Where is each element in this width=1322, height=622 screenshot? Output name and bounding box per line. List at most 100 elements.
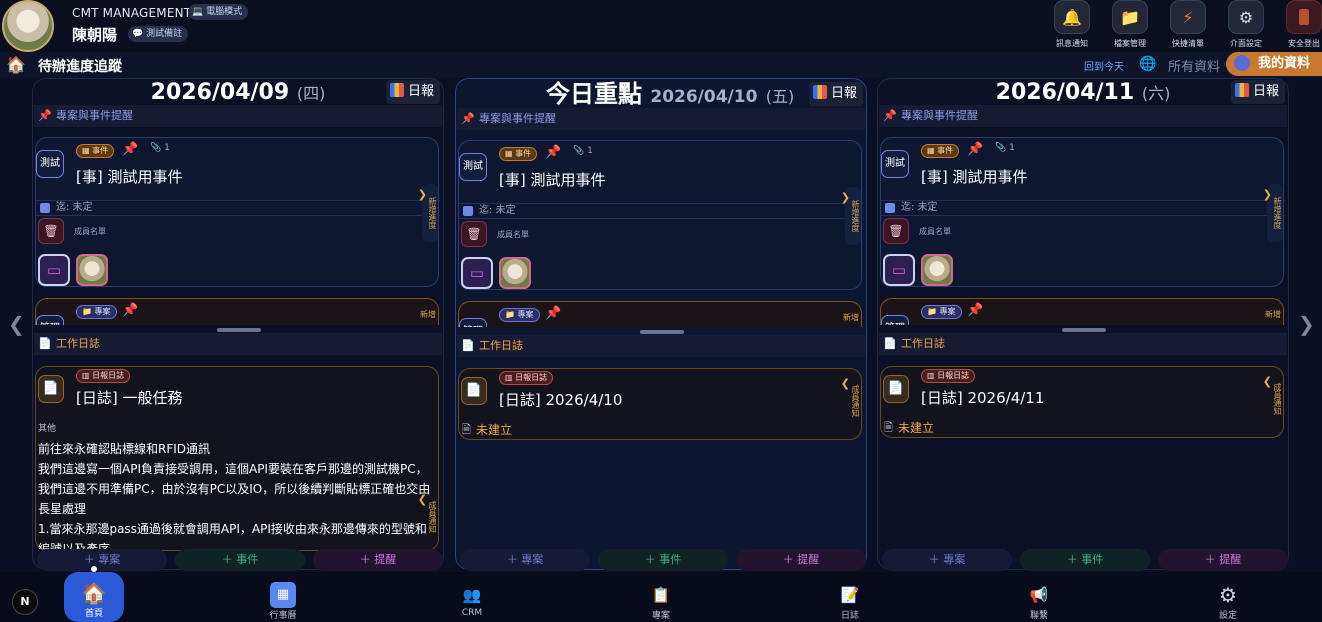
- pin-icon: 📌: [38, 109, 52, 122]
- daily-report-button[interactable]: 日報: [808, 82, 863, 106]
- log-card[interactable]: 📄 ▥ 日報日誌 [日誌] 一般任務 其他 前往來永確認貼標線和RFID通訊 我…: [35, 366, 439, 551]
- trash-icon[interactable]: 🗑: [38, 218, 64, 244]
- add-progress-tab[interactable]: 新增進度 ❯: [841, 187, 861, 245]
- event-card[interactable]: 測試 ▦ 事件 📌 📎 1 [事] 測試用事件 迄: 未定 🗑 成員名單 ▭ 新…: [880, 137, 1285, 287]
- globe-icon[interactable]: 🌐: [1139, 56, 1156, 72]
- add-progress-tab[interactable]: 新增進度 ❯: [418, 184, 438, 242]
- home-icon[interactable]: 🏠: [6, 55, 26, 74]
- resize-handle[interactable]: [640, 330, 684, 334]
- chevron-right-icon: ❯: [417, 188, 427, 201]
- event-tag: 測試: [459, 153, 487, 181]
- ui-settings-button[interactable]: ⚙: [1228, 0, 1264, 34]
- pin-icon[interactable]: 📌: [545, 306, 561, 321]
- events-section-title: 專案與事件提醒: [901, 109, 978, 122]
- people-icon: 👥: [462, 586, 482, 604]
- attachment-count[interactable]: 📎 1: [995, 143, 1015, 153]
- member-notify-label: 成員通知: [851, 385, 860, 417]
- project-card-peek[interactable]: 📁 專案 📌 管理 新增: [35, 298, 439, 325]
- file-manager-button[interactable]: 📁: [1112, 0, 1148, 34]
- nav-projects[interactable]: 📋 專案: [631, 574, 691, 621]
- add-reminder-button[interactable]: ＋ 提醒: [1158, 549, 1288, 571]
- daily-report-button[interactable]: 日報: [385, 80, 440, 104]
- nav-journal[interactable]: 📝 日誌: [820, 574, 880, 621]
- all-data-toggle[interactable]: 所有資料: [1168, 56, 1220, 75]
- project-side-tab[interactable]: 新增: [420, 309, 436, 320]
- pin-icon[interactable]: 📌: [967, 142, 983, 157]
- calendar-icon: [463, 206, 473, 216]
- event-card[interactable]: 測試 ▦ 事件 📌 📎 1 [事] 測試用事件 迄: 未定 🗑 成員名單 ▭ 新…: [458, 140, 863, 290]
- nav-crm[interactable]: 👥 CRM: [442, 574, 502, 618]
- log-title[interactable]: [日誌] 2026/4/10: [499, 389, 622, 410]
- project-badge: 📁 專案: [921, 305, 962, 319]
- day-column: 2026/04/11 (六) 日報 📌 專案與事件提醒 測試 ▦ 事件 📌 📎 1…: [877, 78, 1289, 571]
- event-title[interactable]: [事] 測試用事件: [499, 169, 605, 190]
- event-card[interactable]: 測試 ▦ 事件 📌 📎 1 [事] 測試用事件 迄: 未定 🗑 成員名單 ▭ 新…: [35, 137, 440, 287]
- nav-calendar[interactable]: ▦ 行事曆: [253, 574, 313, 621]
- log-section-title: 工作日誌: [479, 339, 523, 352]
- member-avatar[interactable]: [499, 257, 531, 289]
- note-pill[interactable]: 💬 測試備註: [128, 26, 189, 42]
- event-title[interactable]: [事] 測試用事件: [76, 166, 182, 187]
- back-to-today-link[interactable]: 回到今天: [1084, 58, 1124, 73]
- chart-icon: [812, 85, 827, 99]
- gear-icon: ⚙: [1238, 7, 1254, 27]
- project-side-tab[interactable]: 新增: [843, 312, 859, 323]
- pin-icon[interactable]: 📌: [122, 303, 138, 318]
- member-notify-tab[interactable]: 成員通知 ❮: [418, 487, 438, 547]
- prev-day-arrow[interactable]: ❮: [8, 312, 25, 336]
- pin-icon[interactable]: 📌: [545, 145, 561, 160]
- project-card-peek[interactable]: 📁 專案 📌 管理 新增: [458, 301, 862, 327]
- username: 陳朝陽: [72, 26, 118, 44]
- log-title[interactable]: [日誌] 2026/4/11: [921, 387, 1044, 408]
- pin-icon[interactable]: 📌: [122, 142, 138, 157]
- member-avatar[interactable]: ▭: [38, 254, 70, 286]
- document-icon: 📄: [461, 377, 487, 405]
- daily-report-label: 日報: [1252, 84, 1279, 99]
- event-title[interactable]: [事] 測試用事件: [921, 166, 1027, 187]
- column-date: 2026/04/11: [995, 80, 1135, 105]
- add-progress-tab[interactable]: 新增進度 ❯: [1263, 184, 1283, 242]
- add-reminder-label: 提醒: [1219, 553, 1242, 566]
- add-reminder-label: 提醒: [374, 553, 397, 566]
- add-event-button[interactable]: ＋ 事件: [1020, 549, 1150, 571]
- my-data-toggle[interactable]: 我的資料: [1226, 52, 1322, 76]
- add-reminder-button[interactable]: ＋ 提醒: [736, 549, 866, 571]
- member-avatar[interactable]: [76, 254, 108, 286]
- add-event-button[interactable]: ＋ 事件: [598, 549, 728, 571]
- add-event-button[interactable]: ＋ 事件: [175, 549, 305, 571]
- add-project-button[interactable]: ＋ 專案: [460, 549, 590, 571]
- next-day-arrow[interactable]: ❯: [1298, 312, 1315, 336]
- member-avatar[interactable]: [921, 254, 953, 286]
- member-avatar[interactable]: ▭: [883, 254, 915, 286]
- column-weekday: (五): [765, 87, 795, 106]
- trash-icon[interactable]: 🗑: [883, 218, 909, 244]
- logout-button[interactable]: [1286, 0, 1322, 34]
- project-card-peek[interactable]: 📁 專案 📌 管理 新增: [880, 298, 1284, 325]
- add-project-label: 專案: [521, 553, 544, 566]
- nav-contact[interactable]: 📢 聯繫: [1009, 574, 1069, 621]
- attachment-count[interactable]: 📎 1: [573, 146, 593, 156]
- corner-badge[interactable]: N: [12, 589, 38, 615]
- member-avatar[interactable]: ▭: [461, 257, 493, 289]
- trash-icon[interactable]: 🗑: [461, 221, 487, 247]
- log-badge-label: 日報日誌: [937, 371, 970, 380]
- resize-handle[interactable]: [1062, 328, 1106, 332]
- pin-icon[interactable]: 📌: [967, 303, 983, 318]
- daily-report-label: 日報: [830, 86, 857, 101]
- user-icon: [1234, 55, 1250, 71]
- daily-report-button[interactable]: 日報: [1230, 80, 1285, 104]
- notifications-button[interactable]: 🔔: [1054, 0, 1090, 34]
- user-avatar[interactable]: [2, 0, 54, 52]
- column-date: 2026/04/10: [650, 87, 758, 107]
- quick-list-button[interactable]: ⚡: [1170, 0, 1206, 34]
- attachment-count[interactable]: 📎 1: [150, 143, 170, 153]
- nav-settings[interactable]: ⚙ 設定: [1198, 574, 1258, 621]
- add-project-button[interactable]: ＋ 專案: [37, 549, 167, 571]
- nav-home[interactable]: 🏠 首頁: [64, 566, 124, 622]
- add-project-button[interactable]: ＋ 專案: [882, 549, 1012, 571]
- project-side-tab[interactable]: 新增: [1265, 309, 1281, 320]
- log-title[interactable]: [日誌] 一般任務: [76, 387, 182, 408]
- add-reminder-button[interactable]: ＋ 提醒: [313, 549, 443, 571]
- mode-pill[interactable]: 💻 電腦模式: [188, 4, 249, 20]
- resize-handle[interactable]: [217, 328, 261, 332]
